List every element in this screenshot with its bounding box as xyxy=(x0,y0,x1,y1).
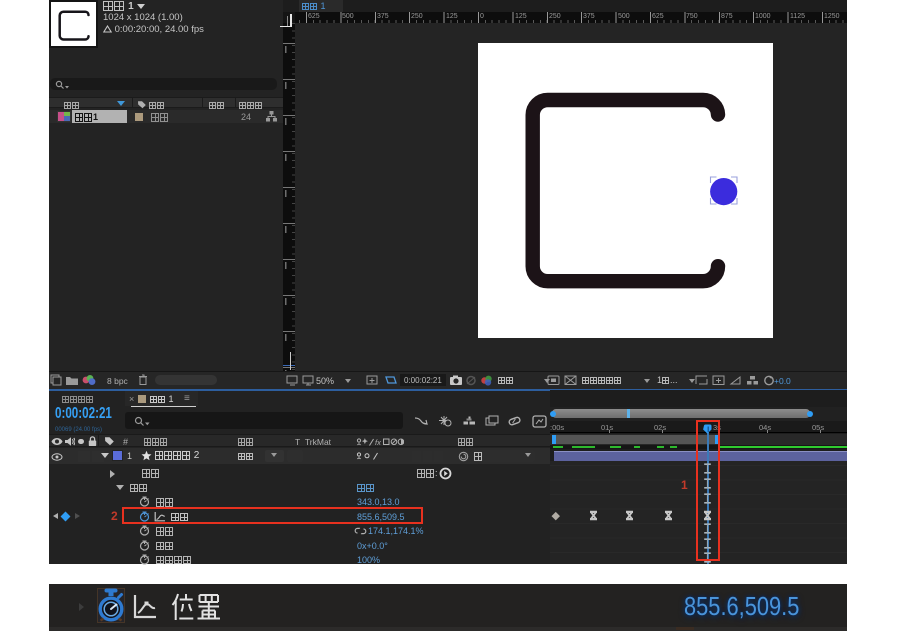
svg-text:fx: fx xyxy=(375,438,381,447)
